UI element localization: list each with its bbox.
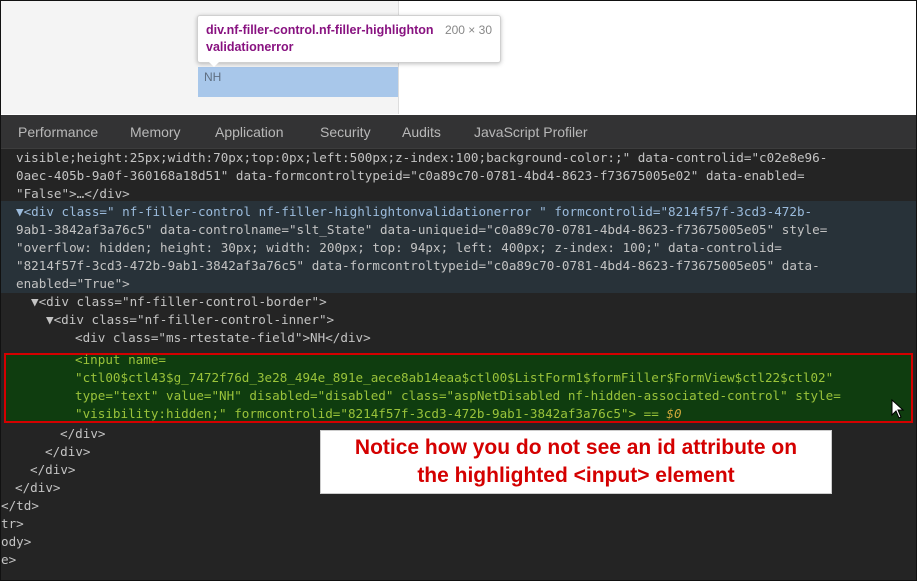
dom-line[interactable]: </div> — [45, 443, 91, 461]
dom-line[interactable]: </div> — [30, 461, 76, 479]
dom-line-selected-div[interactable]: ▼<div class=" nf-filler-control nf-fille… — [16, 203, 812, 221]
dom-line-input-name[interactable]: "ctl00$ctl43$g_7472f76d_3e28_494e_891e_a… — [75, 369, 833, 387]
dom-line[interactable]: 9ab1-3842af3a76c5" data-controlname="slt… — [16, 221, 827, 239]
dom-line[interactable]: "False">…</div> — [16, 185, 130, 203]
annotation-callout: Notice how you do not see an id attribut… — [320, 430, 832, 494]
dom-line[interactable]: ▼<div class="nf-filler-control-inner"> — [46, 311, 334, 329]
page-preview: NH div.nf-filler-control.nf-filler-highl… — [1, 1, 916, 114]
dom-line[interactable]: ▼<div class="nf-filler-control-border"> — [31, 293, 327, 311]
dom-line[interactable]: "overflow: hidden; height: 30px; width: … — [16, 239, 782, 257]
dom-line[interactable]: e> — [1, 551, 16, 569]
elements-panel: visible;height:25px;width:70px;top:0px;l… — [1, 149, 916, 580]
tooltip-pointer — [207, 60, 221, 67]
dom-line[interactable]: </div> — [15, 479, 61, 497]
mouse-cursor-icon — [891, 399, 905, 419]
tab-javascript-profiler[interactable]: JavaScript Profiler — [474, 124, 588, 140]
dom-line[interactable]: ody> — [1, 533, 31, 551]
dom-line-input[interactable]: <input name= — [75, 351, 166, 369]
callout-line-2: the highlighted <input> element — [417, 464, 735, 487]
dom-line[interactable]: 0aec-405b-9a0f-360168a18d51" data-formco… — [16, 167, 805, 185]
element-inspect-tooltip: div.nf-filler-control.nf-filler-highligh… — [197, 15, 501, 63]
dom-line[interactable]: <div class="ms-rtestate-field">NH</div> — [75, 329, 371, 347]
dom-line-input-end[interactable]: "visibility:hidden;" formcontrolid="8214… — [75, 405, 682, 423]
dom-line[interactable]: </div> — [60, 425, 106, 443]
highlighted-element-text: NH — [204, 70, 222, 84]
dom-line[interactable]: </td> — [1, 497, 39, 515]
tab-security[interactable]: Security — [320, 124, 371, 140]
tab-audits[interactable]: Audits — [402, 124, 441, 140]
tab-application[interactable]: Application — [215, 124, 284, 140]
tooltip-selector: div.nf-filler-control.nf-filler-highligh… — [206, 23, 434, 54]
dom-line[interactable]: enabled="True"> — [16, 275, 130, 293]
dom-line[interactable]: visible;height:25px;width:70px;top:0px;l… — [16, 149, 827, 167]
tab-performance[interactable]: Performance — [18, 124, 98, 140]
highlighted-element-overlay[interactable]: NH — [198, 67, 398, 97]
devtools-tab-bar: Performance Memory Application Security … — [1, 115, 916, 149]
tab-memory[interactable]: Memory — [130, 124, 181, 140]
devtools-screenshot: NH div.nf-filler-control.nf-filler-highl… — [0, 0, 917, 581]
dom-line[interactable]: tr> — [1, 515, 24, 533]
dom-line-input-attrs[interactable]: type="text" value="NH" disabled="disable… — [75, 387, 841, 405]
dom-line[interactable]: "8214f57f-3cd3-472b-9ab1-3842af3a76c5" d… — [16, 257, 820, 275]
callout-line-1: Notice how you do not see an id attribut… — [354, 436, 798, 459]
input-attrs-end: "visibility:hidden;" formcontrolid="8214… — [75, 406, 667, 421]
tooltip-dimensions: 200 × 30 — [444, 23, 492, 37]
console-var-indicator: $0 — [666, 406, 682, 421]
